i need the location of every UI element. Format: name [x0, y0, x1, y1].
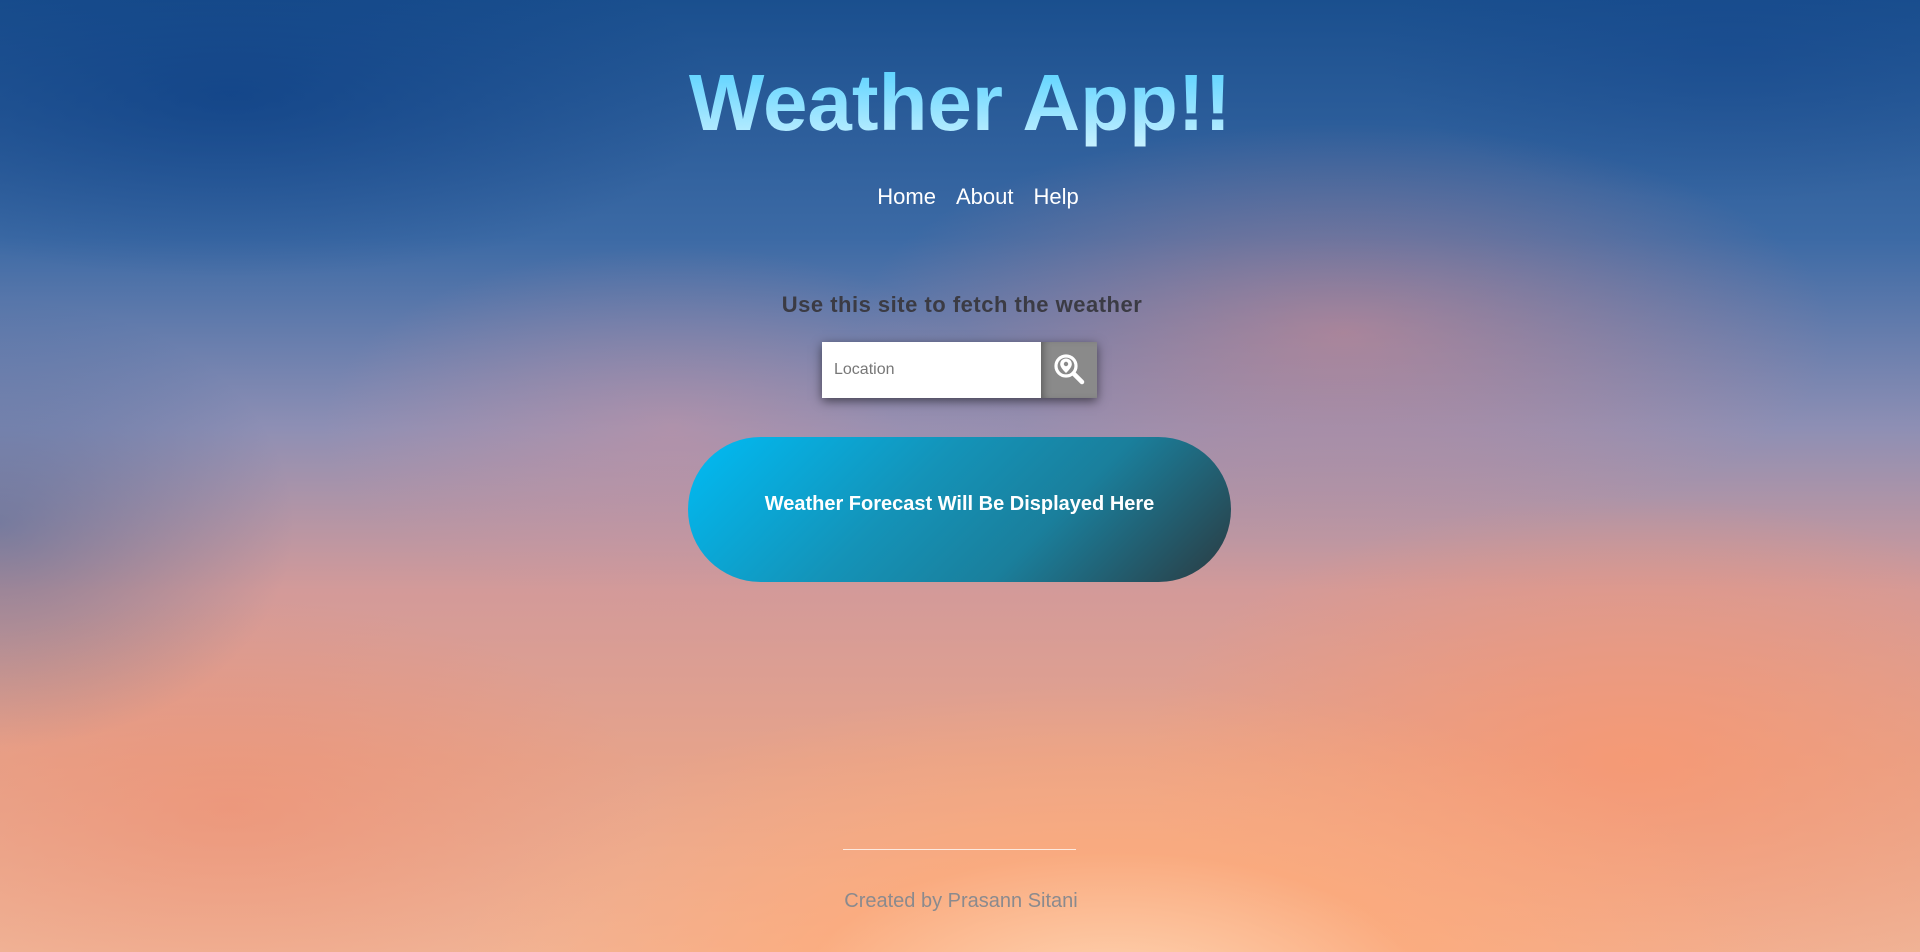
- footer-credit: Created by Prasann Sitani: [844, 890, 1078, 912]
- search-button[interactable]: [1041, 342, 1097, 398]
- forecast-panel: Weather Forecast Will Be Displayed Here: [688, 437, 1231, 582]
- app-title: Weather App!!: [0, 58, 1920, 148]
- tagline: Use this site to fetch the weather: [781, 292, 1143, 317]
- nav-link-home[interactable]: Home: [877, 184, 936, 210]
- search-form: [822, 342, 1097, 398]
- nav-link-about[interactable]: About: [956, 184, 1014, 210]
- location-search-icon: [1052, 352, 1086, 389]
- page: Weather App!! Home About Help Use this s…: [0, 0, 1920, 952]
- main-nav: Home About Help: [0, 184, 1920, 210]
- forecast-message: Weather Forecast Will Be Displayed Here: [764, 493, 1155, 515]
- nav-link-help[interactable]: Help: [1033, 184, 1078, 210]
- footer-divider: [843, 849, 1076, 850]
- location-input[interactable]: [822, 342, 1041, 398]
